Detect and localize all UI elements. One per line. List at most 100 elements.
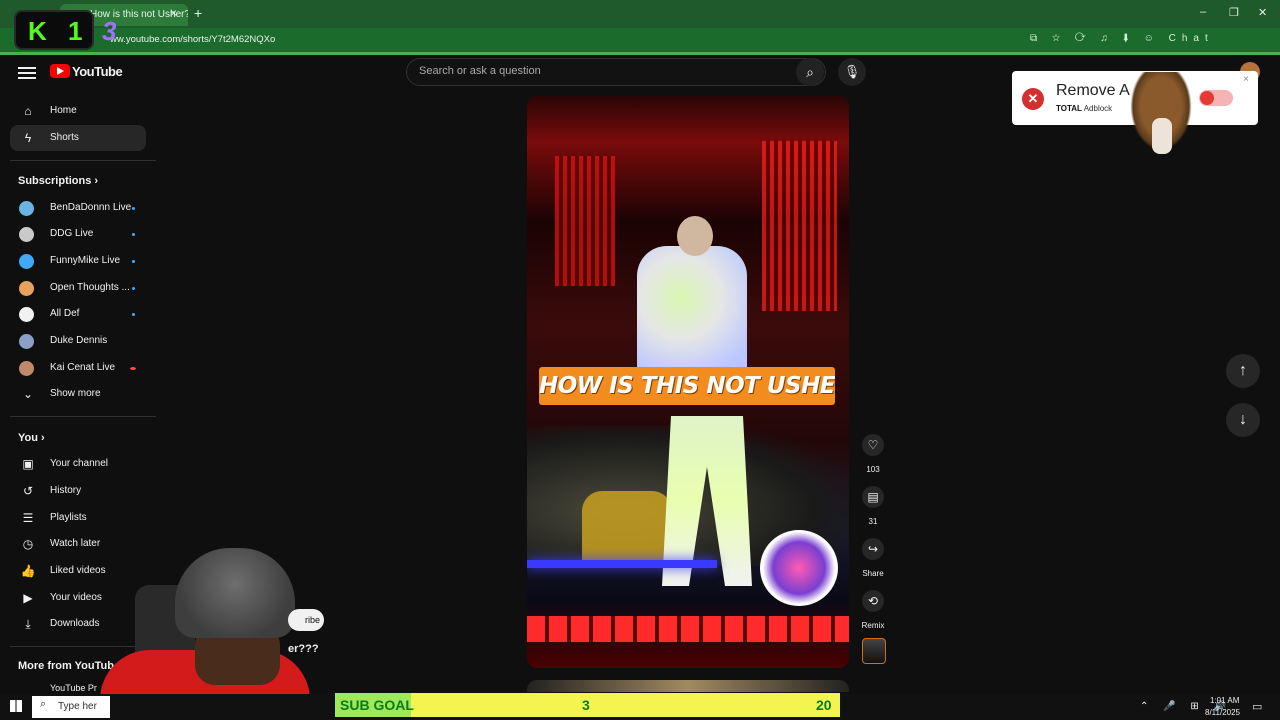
subscribe-button[interactable]: ribe: [288, 609, 324, 631]
youtube-logo-icon[interactable]: [50, 64, 70, 78]
sidebar-item-label: Playlists: [50, 512, 87, 523]
sidebar-item-subscription[interactable]: Duke Dennis: [10, 328, 146, 354]
subscriptions-heading[interactable]: Subscriptions ›: [18, 175, 98, 187]
sidebar-item-youtube-premium[interactable]: YouTube Pr: [50, 683, 97, 693]
sidebar-item-home[interactable]: ⌂ Home: [10, 98, 146, 124]
live-dot: [132, 233, 135, 236]
sidebar-item-label: Shorts: [50, 132, 79, 143]
thumbs-up-icon: 👍: [20, 564, 36, 578]
live-dot: [132, 207, 135, 210]
youtube-logo-text[interactable]: YouTube: [72, 64, 123, 79]
channel-avatar: [19, 361, 34, 376]
sidebar-item-label: Watch later: [50, 538, 101, 549]
remix-icon: ⟲: [867, 594, 879, 608]
sidebar-item-label: Liked videos: [50, 565, 106, 576]
stage-curtain: [762, 141, 837, 311]
url-field[interactable]: ww.youtube.com/shorts/Y7t2M62NQXo: [110, 34, 275, 45]
close-window-button[interactable]: ✕: [1258, 6, 1267, 19]
sidebar-item-liked-videos[interactable]: 👍 Liked videos: [10, 558, 146, 584]
channel-avatar: [19, 334, 34, 349]
chevron-right-icon: ›: [41, 432, 45, 444]
sub-goal-label: SUB GOAL: [340, 697, 414, 713]
sidebar-item-label: Your videos: [50, 592, 102, 603]
dancer-head: [677, 216, 713, 256]
comment-count: 31: [868, 517, 878, 526]
remix-label: Remix: [861, 621, 885, 630]
next-short-preview[interactable]: [527, 680, 849, 692]
new-tab-button[interactable]: +: [194, 5, 202, 21]
kick-follower-badge: K 1: [14, 10, 94, 50]
live-dot: [132, 313, 135, 316]
sidebar-item-subscription[interactable]: DDG Live: [10, 221, 146, 247]
sidebar-item-label: Home: [50, 105, 77, 116]
popup-brand: TOTAL Adblock: [1056, 104, 1112, 113]
live-indicator-icon: [130, 367, 136, 370]
twitch-count: 3: [102, 16, 117, 46]
sidebar-item-subscription[interactable]: FunnyMike Live: [10, 248, 146, 274]
search-icon: ⌕: [40, 698, 47, 710]
sidebar-item-history[interactable]: ↺ History: [10, 478, 146, 504]
dancing-sticker-image: [760, 530, 838, 606]
sidebar-item-your-videos[interactable]: ▶ Your videos: [10, 585, 146, 611]
maximize-button[interactable]: ❐: [1229, 6, 1239, 19]
search-input[interactable]: Search or ask a question: [406, 58, 826, 86]
windows-start-icon[interactable]: [10, 700, 22, 712]
show-more-button[interactable]: ⌄ Show more: [10, 381, 146, 407]
clock-date[interactable]: 8/11/2025: [1205, 708, 1240, 717]
previous-short-button[interactable]: ↑: [1226, 354, 1260, 388]
notification-icon[interactable]: ▭: [1252, 700, 1262, 713]
browser-tab-bar: [0, 0, 1280, 28]
brand-bold: TOTAL: [1056, 104, 1082, 113]
extension-icons[interactable]: ⧉ ☆ ⟳ ♫ ⬇ ☺ Chat: [1030, 33, 1214, 44]
sidebar-item-downloads[interactable]: ⤓ Downloads: [10, 611, 146, 637]
like-button[interactable]: ♡: [862, 434, 884, 456]
channel-icon: ▣: [22, 457, 34, 471]
share-button[interactable]: ↪: [862, 538, 884, 560]
arrow-down-icon: ↓: [1239, 411, 1247, 428]
tab-close-icon[interactable]: ×: [170, 6, 177, 20]
channel-thumbnail[interactable]: [862, 638, 886, 664]
remix-button[interactable]: ⟲: [862, 590, 884, 612]
subscriptions-title: Subscriptions: [18, 175, 92, 187]
arrow-up-icon: ↑: [1239, 362, 1247, 379]
you-heading[interactable]: You ›: [18, 432, 45, 444]
sidebar-item-your-channel[interactable]: ▣ Your channel: [10, 451, 146, 477]
popup-close-icon[interactable]: ×: [1243, 74, 1249, 85]
sidebar-item-shorts[interactable]: ϟ Shorts: [10, 125, 146, 151]
adblock-toggle[interactable]: [1199, 90, 1233, 106]
sidebar-item-label: Downloads: [50, 618, 100, 629]
comments-button[interactable]: ▤: [862, 486, 884, 508]
sub-goal-current: 3: [582, 697, 590, 713]
next-short-button[interactable]: ↓: [1226, 403, 1260, 437]
kick-logo-icon: K: [28, 16, 47, 46]
microphone-icon[interactable]: 🎙: [838, 58, 866, 86]
download-icon: ⤓: [25, 617, 31, 631]
sidebar-item-subscription[interactable]: BenDaDonnn Live: [10, 195, 146, 221]
sidebar-item-subscription[interactable]: All Def: [10, 301, 146, 327]
stage-edge-lights: [527, 616, 849, 642]
popup-title: Remove A: [1056, 82, 1130, 99]
chevron-right-icon: ›: [94, 175, 99, 187]
clock-icon: ◷: [22, 537, 34, 551]
like-count: 103: [866, 465, 880, 474]
hamburger-menu-icon[interactable]: [18, 64, 36, 80]
channel-name: All Def: [50, 308, 80, 319]
sidebar-item-subscription[interactable]: Open Thoughts ...: [10, 275, 146, 301]
sidebar-item-subscription[interactable]: Kai Cenat Live: [10, 355, 146, 381]
short-title: er???: [288, 643, 319, 655]
channel-name: Duke Dennis: [50, 335, 108, 346]
brand-rest: Adblock: [1083, 104, 1113, 113]
security-vest: [582, 491, 672, 566]
error-icon: ✕: [1022, 88, 1044, 110]
search-icon[interactable]: ⌕: [796, 58, 824, 86]
sidebar-item-playlists[interactable]: ☰ Playlists: [10, 505, 146, 531]
history-icon: ↺: [22, 484, 34, 498]
sidebar-item-watch-later[interactable]: ◷ Watch later: [10, 531, 146, 557]
minimize-button[interactable]: –: [1200, 6, 1206, 18]
channel-avatar: [19, 254, 34, 269]
you-title: You: [18, 432, 38, 444]
sidebar-item-label: Your channel: [50, 458, 109, 469]
pixel-dog-image: [1152, 118, 1172, 154]
channel-name: Open Thoughts ...: [50, 282, 130, 293]
clock-time[interactable]: 1:01 AM: [1210, 696, 1239, 705]
